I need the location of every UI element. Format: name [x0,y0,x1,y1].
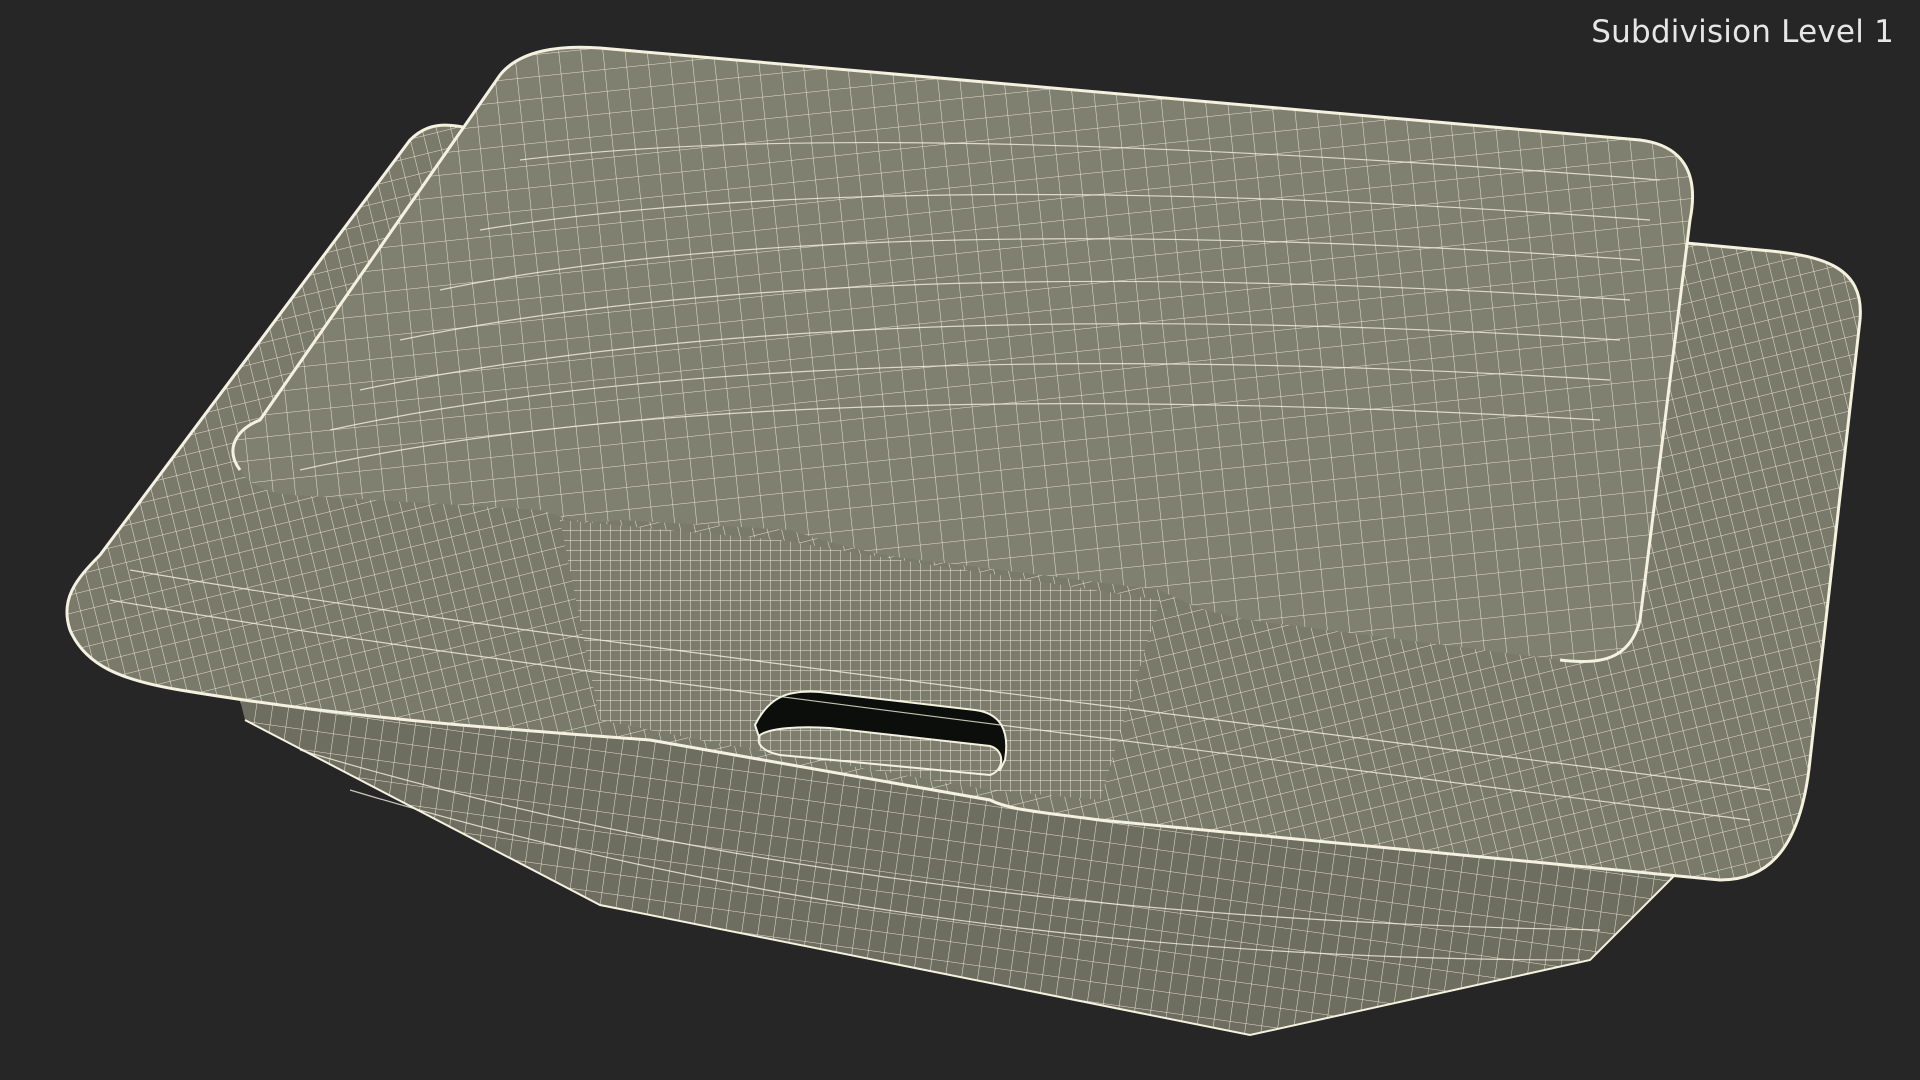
subdivision-level-label: Subdivision Level 1 [1591,14,1894,50]
wireframe-foam-container-icon [65,45,1862,1037]
3d-viewport[interactable]: Subdivision Level 1 [0,0,1920,1080]
